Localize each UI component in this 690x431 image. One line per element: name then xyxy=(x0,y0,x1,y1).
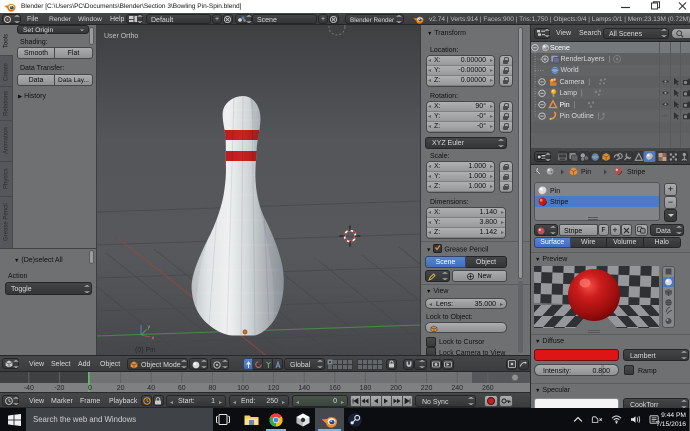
svg-text:-40: -40 xyxy=(24,385,34,392)
svg-text:80: 80 xyxy=(209,385,217,392)
svg-text:(0) Pin: (0) Pin xyxy=(135,347,156,354)
svg-text:User Ortho: User Ortho xyxy=(104,33,138,40)
svg-text:0: 0 xyxy=(88,385,92,392)
svg-text:260: 260 xyxy=(482,385,494,392)
svg-text:x: x xyxy=(152,336,155,342)
svg-text:60: 60 xyxy=(178,385,186,392)
svg-text:220: 220 xyxy=(421,385,433,392)
svg-text:y: y xyxy=(148,325,151,331)
svg-text:140: 140 xyxy=(298,385,310,392)
svg-text:240: 240 xyxy=(451,385,463,392)
svg-text:120: 120 xyxy=(268,385,280,392)
svg-text:-20: -20 xyxy=(54,385,64,392)
svg-text:180: 180 xyxy=(360,385,372,392)
svg-text:40: 40 xyxy=(147,385,155,392)
svg-text:20: 20 xyxy=(117,385,125,392)
svg-text:200: 200 xyxy=(390,385,402,392)
svg-text:100: 100 xyxy=(237,385,249,392)
svg-text:160: 160 xyxy=(329,385,341,392)
